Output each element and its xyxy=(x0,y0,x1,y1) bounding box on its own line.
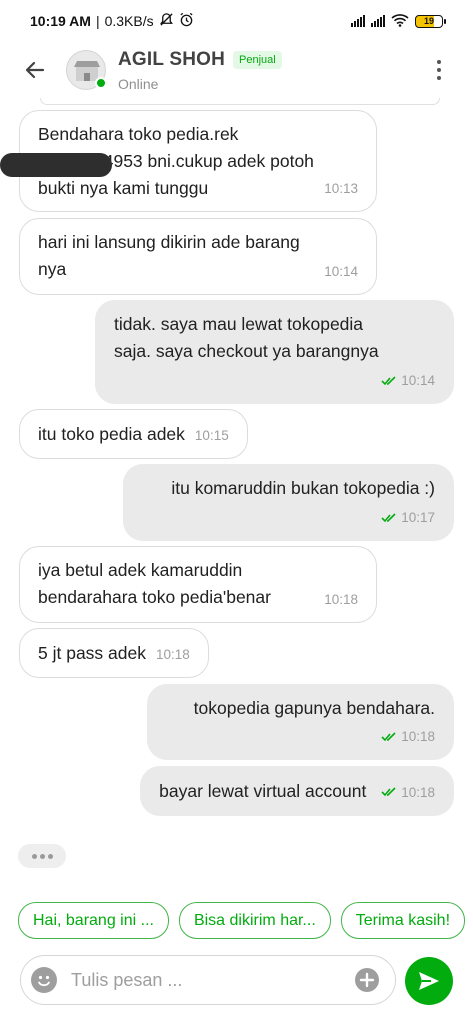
message-outgoing[interactable]: itu komaruddin bukan tokopedia :) 10:17 xyxy=(123,464,454,541)
message-incoming[interactable]: iya betul adek kamaruddin bendarahara to… xyxy=(19,546,377,623)
message-time: 10:15 xyxy=(194,428,229,443)
message-time: 10:18 xyxy=(324,592,358,607)
network-speed: 0.3KB/s xyxy=(104,13,154,29)
seller-badge: Penjual xyxy=(233,50,282,69)
typing-indicator xyxy=(18,844,66,868)
online-status: Online xyxy=(118,75,159,92)
message-time: 10:17 xyxy=(401,510,435,525)
online-indicator xyxy=(95,77,107,89)
double-check-icon xyxy=(381,375,396,385)
message-list[interactable]: Bendahara toko pedia.rek 34953 bni.cukup… xyxy=(0,98,473,878)
smiley-icon[interactable] xyxy=(31,967,57,993)
double-check-icon xyxy=(381,787,396,797)
message-time: 10:18 xyxy=(155,647,190,662)
message-time: 10:14 xyxy=(324,264,358,279)
message-outgoing[interactable]: bayar lewat virtual account 10:18 xyxy=(140,766,454,816)
back-button[interactable] xyxy=(10,45,60,95)
double-check-icon xyxy=(381,512,396,522)
contact-name: AGIL SHOH xyxy=(118,48,226,70)
battery-icon: 19 xyxy=(415,14,446,28)
arrow-left-icon xyxy=(25,61,45,79)
message-time: 10:14 xyxy=(401,373,435,388)
plus-circle-icon[interactable] xyxy=(355,968,379,992)
send-button[interactable] xyxy=(405,957,453,1005)
message-input[interactable] xyxy=(71,969,355,991)
message-incoming[interactable]: Bendahara toko pedia.rek 34953 bni.cukup… xyxy=(0,110,377,212)
double-check-icon xyxy=(381,731,396,741)
alarm-icon xyxy=(179,12,194,30)
message-composer xyxy=(20,955,396,1005)
message-incoming[interactable]: itu toko pedia adek 10:15 xyxy=(19,409,248,459)
message-time: 10:13 xyxy=(324,181,358,196)
message-outgoing[interactable]: tidak. saya mau lewat tokopedia saja. sa… xyxy=(95,300,454,404)
message-incoming[interactable]: 5 jt pass adek 10:18 xyxy=(19,628,209,678)
mute-icon xyxy=(159,12,174,30)
clock: 10:19 AM xyxy=(30,13,91,29)
redacted-account-number xyxy=(0,153,112,177)
quick-reply-chip[interactable]: Bisa dikirim har... xyxy=(178,902,331,939)
send-icon xyxy=(419,972,439,990)
signal-icon xyxy=(351,15,365,27)
quick-replies: Hai, barang ini ... Bisa dikirim har... … xyxy=(18,902,466,939)
message-incoming[interactable]: hari ini lansung dikirin ade barang nya … xyxy=(19,218,377,295)
previous-message-edge xyxy=(40,98,440,105)
message-time: 10:18 xyxy=(401,784,435,800)
kebab-menu-icon xyxy=(437,60,441,64)
message-time: 10:18 xyxy=(401,729,435,744)
battery-level: 19 xyxy=(423,16,434,26)
quick-reply-chip[interactable]: Terima kasih! xyxy=(340,902,466,939)
wifi-icon xyxy=(391,13,409,30)
quick-reply-chip[interactable]: Hai, barang ini ... xyxy=(18,902,169,939)
message-outgoing[interactable]: tokopedia gapunya bendahara. 10:18 xyxy=(147,684,454,760)
more-options-button[interactable] xyxy=(429,50,449,90)
signal-icon xyxy=(371,15,385,27)
chat-header: AGIL SHOH Penjual Online xyxy=(0,42,473,98)
status-bar: 10:19 AM | 0.3KB/s 19 xyxy=(0,0,473,42)
avatar[interactable] xyxy=(66,50,107,90)
